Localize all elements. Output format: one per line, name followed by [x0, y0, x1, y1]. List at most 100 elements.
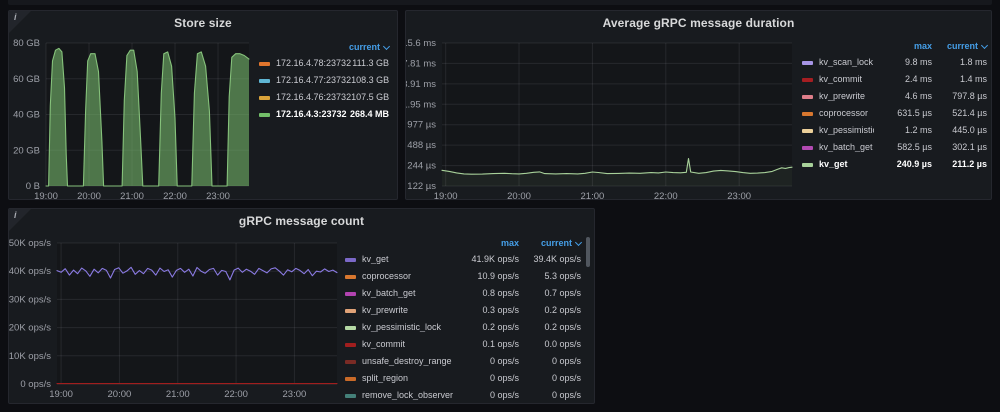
legend-row[interactable]: kv_prewrite 0.3 ops/s 0.2 ops/s: [345, 302, 581, 319]
series-label[interactable]: kv_pessimistic_lock: [362, 323, 459, 332]
series-label[interactable]: kv_prewrite: [819, 92, 874, 101]
legend-sort-current[interactable]: current: [932, 41, 989, 51]
chevron-down-icon: [574, 238, 583, 246]
series-current-value: 0 ops/s: [551, 373, 581, 383]
svg-text:60 GB: 60 GB: [13, 74, 40, 85]
legend-sort-max[interactable]: max: [459, 238, 519, 248]
legend-row[interactable]: kv_get 240.9 µs 211.2 µs: [802, 156, 987, 173]
series-max-value: 2.4 ms: [904, 74, 932, 84]
legend-row[interactable]: coprocessor 631.5 µs 521.4 µs: [802, 105, 987, 122]
legend-row[interactable]: 172.16.4.77:23732 108.3 GB: [259, 72, 389, 89]
series-label[interactable]: remove_lock_observer: [362, 391, 459, 400]
legend-scrollbar[interactable]: [586, 237, 590, 267]
svg-text:20K ops/s: 20K ops/s: [9, 323, 51, 334]
legend-row[interactable]: 172.16.4.78:23732 111.3 GB: [259, 55, 389, 72]
svg-text:21:00: 21:00: [581, 191, 605, 199]
series-max-value: 0 ops/s: [489, 356, 519, 366]
series-color-swatch: [259, 78, 270, 83]
info-icon: i: [14, 210, 17, 220]
panel-title[interactable]: Store size: [39, 16, 367, 30]
series-label[interactable]: 172.16.4.3:23732: [276, 110, 347, 119]
series-max-value: 0 ops/s: [489, 373, 519, 383]
legend-row[interactable]: kv_scan_lock 9.8 ms 1.8 ms: [802, 54, 987, 71]
series-color-swatch: [345, 393, 356, 398]
legend-sort-current[interactable]: current: [519, 238, 583, 248]
series-color-swatch: [259, 61, 270, 66]
panel-title[interactable]: Average gRPC message duration: [436, 16, 961, 30]
series-label[interactable]: kv_pessimistic_lock: [819, 126, 874, 135]
series-color-swatch: [345, 342, 356, 347]
series-label[interactable]: kv_prewrite: [362, 306, 459, 315]
svg-text:30K ops/s: 30K ops/s: [9, 294, 51, 305]
legend-row[interactable]: kv_commit 2.4 ms 1.4 ms: [802, 71, 987, 88]
legend-row[interactable]: 172.16.4.76:23732 107.5 GB: [259, 89, 389, 106]
series-label[interactable]: unsafe_destroy_range: [362, 357, 459, 366]
series-label[interactable]: split_region: [362, 374, 459, 383]
svg-text:22:00: 22:00: [654, 191, 678, 199]
svg-text:7.81 ms: 7.81 ms: [406, 58, 436, 69]
svg-text:22:00: 22:00: [224, 389, 248, 400]
svg-text:23:00: 23:00: [283, 389, 307, 400]
grpc-duration-legend: max current kv_scan_lock 9.8 ms 1.8 ms k…: [802, 38, 989, 173]
legend-header: current: [259, 39, 391, 55]
series-color-swatch: [259, 112, 270, 117]
series-label[interactable]: kv_get: [362, 255, 459, 264]
series-label[interactable]: coprocessor: [362, 272, 459, 281]
series-label[interactable]: kv_commit: [819, 75, 874, 84]
series-label[interactable]: 172.16.4.76:23732: [276, 93, 351, 102]
series-label[interactable]: kv_batch_get: [819, 143, 874, 152]
legend-sort-current[interactable]: current: [349, 42, 391, 52]
legend-row[interactable]: unsafe_destroy_range 0 ops/s 0 ops/s: [345, 353, 581, 370]
legend-row[interactable]: kv_prewrite 4.6 ms 797.8 µs: [802, 88, 987, 105]
legend-sort-max[interactable]: max: [874, 41, 932, 51]
series-label[interactable]: 172.16.4.77:23732: [276, 76, 351, 85]
series-current-value: 111.3 GB: [352, 58, 389, 68]
series-color-swatch: [345, 257, 356, 262]
legend-row[interactable]: kv_get 41.9K ops/s 39.4K ops/s: [345, 251, 581, 268]
series-label[interactable]: kv_batch_get: [362, 289, 459, 298]
svg-text:122 µs: 122 µs: [407, 181, 436, 192]
series-color-swatch: [345, 308, 356, 313]
series-current-value: 108.3 GB: [351, 75, 390, 85]
grafana-dashboard: { "theme": { "dashboard_bg": "#0d0e12", …: [0, 0, 1000, 412]
series-label[interactable]: coprocessor: [819, 109, 874, 118]
legend-row[interactable]: kv_batch_get 582.5 µs 302.1 µs: [802, 139, 987, 156]
legend-row[interactable]: kv_commit 0.1 ops/s 0.0 ops/s: [345, 336, 581, 353]
chevron-down-icon: [382, 42, 391, 50]
series-color-swatch: [802, 94, 813, 99]
series-max-value: 582.5 µs: [897, 142, 932, 152]
svg-text:40K ops/s: 40K ops/s: [9, 266, 51, 277]
legend-row[interactable]: kv_pessimistic_lock 0.2 ops/s 0.2 ops/s: [345, 319, 581, 336]
legend-row[interactable]: split_region 0 ops/s 0 ops/s: [345, 370, 581, 387]
panel-info-corner[interactable]: i: [9, 209, 31, 231]
svg-text:21:00: 21:00: [120, 191, 144, 199]
series-current-value: 302.1 µs: [952, 142, 987, 152]
info-icon: i: [14, 12, 17, 22]
series-max-value: 0.1 ops/s: [482, 339, 519, 349]
series-label[interactable]: kv_get: [819, 160, 874, 169]
series-current-value: 0.2 ops/s: [544, 305, 581, 315]
series-color-swatch: [345, 325, 356, 330]
legend-row[interactable]: kv_batch_get 0.8 ops/s 0.7 ops/s: [345, 285, 581, 302]
series-label[interactable]: 172.16.4.78:23732: [276, 59, 351, 68]
series-color-swatch: [802, 60, 813, 65]
series-max-value: 10.9 ops/s: [477, 271, 519, 281]
panel-info-corner[interactable]: i: [9, 11, 31, 33]
series-current-value: 0.0 ops/s: [544, 339, 581, 349]
legend-row[interactable]: 172.16.4.3:23732 268.4 MB: [259, 106, 389, 123]
panel-title[interactable]: gRPC message count: [39, 214, 564, 228]
svg-text:20:00: 20:00: [507, 191, 531, 199]
svg-text:15.6 ms: 15.6 ms: [406, 38, 436, 49]
svg-text:23:00: 23:00: [206, 191, 230, 199]
legend-row[interactable]: coprocessor 10.9 ops/s 5.3 ops/s: [345, 268, 581, 285]
series-color-swatch: [345, 359, 356, 364]
series-label[interactable]: kv_commit: [362, 340, 459, 349]
series-current-value: 0 ops/s: [551, 356, 581, 366]
series-current-value: 797.8 µs: [952, 91, 987, 101]
legend-row[interactable]: kv_pessimistic_lock 1.2 ms 445.0 µs: [802, 122, 987, 139]
legend-row[interactable]: remove_lock_observer 0 ops/s 0 ops/s: [345, 387, 581, 403]
svg-text:50K ops/s: 50K ops/s: [9, 238, 51, 249]
store-size-legend: current 172.16.4.78:23732 111.3 GB 172.1…: [259, 39, 391, 123]
series-label[interactable]: kv_scan_lock: [819, 58, 874, 67]
series-color-swatch: [345, 291, 356, 296]
